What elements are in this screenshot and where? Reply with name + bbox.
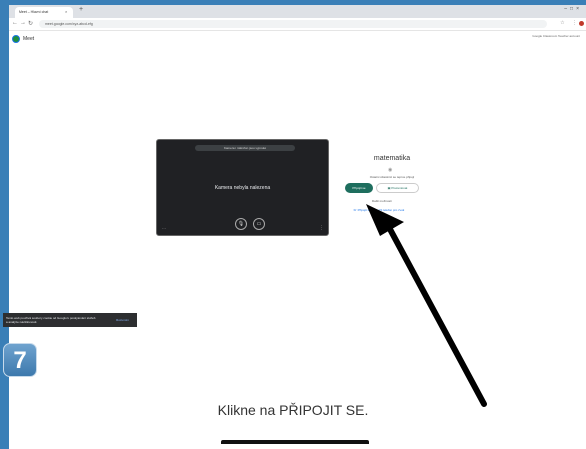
pointer-arrow-icon [366,204,487,407]
